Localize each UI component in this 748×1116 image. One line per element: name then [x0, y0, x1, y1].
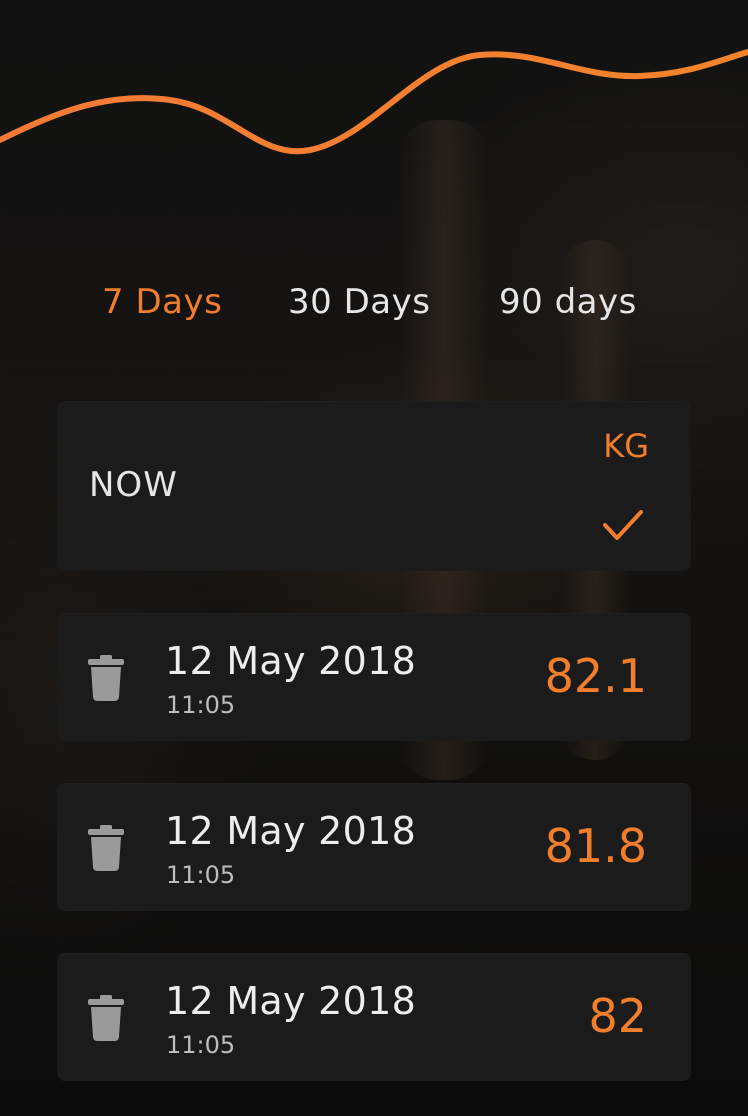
- entry-date: 12 May 2018: [165, 979, 417, 1023]
- list-item: 12 May 2018 11:05 82: [57, 953, 691, 1081]
- trend-wave-line: [0, 49, 748, 155]
- period-tabs: 7 Days 30 Days 90 days: [0, 282, 748, 338]
- now-entry-card: NOW KG: [57, 401, 691, 571]
- tab-90-days[interactable]: 90 days: [499, 282, 637, 322]
- tab-7-days[interactable]: 7 Days: [102, 282, 222, 322]
- list-item: 12 May 2018 11:05 82.1: [57, 613, 691, 741]
- trash-icon[interactable]: [87, 995, 125, 1041]
- entry-weight-value: 81.8: [544, 819, 647, 873]
- check-icon[interactable]: [601, 505, 645, 545]
- entry-time: 11:05: [166, 861, 236, 889]
- entry-weight-value: 82: [588, 989, 647, 1043]
- unit-toggle[interactable]: KG: [603, 427, 649, 465]
- tab-30-days[interactable]: 30 Days: [288, 282, 430, 322]
- entry-date: 12 May 2018: [165, 809, 417, 853]
- entry-time: 11:05: [166, 1031, 236, 1059]
- list-item: 12 May 2018 11:05 81.8: [57, 783, 691, 911]
- entry-time: 11:05: [166, 691, 236, 719]
- entry-weight-value: 82.1: [544, 649, 647, 703]
- now-label: NOW: [89, 465, 178, 505]
- trash-icon[interactable]: [87, 825, 125, 871]
- entry-date: 12 May 2018: [165, 639, 417, 683]
- trash-icon[interactable]: [87, 655, 125, 701]
